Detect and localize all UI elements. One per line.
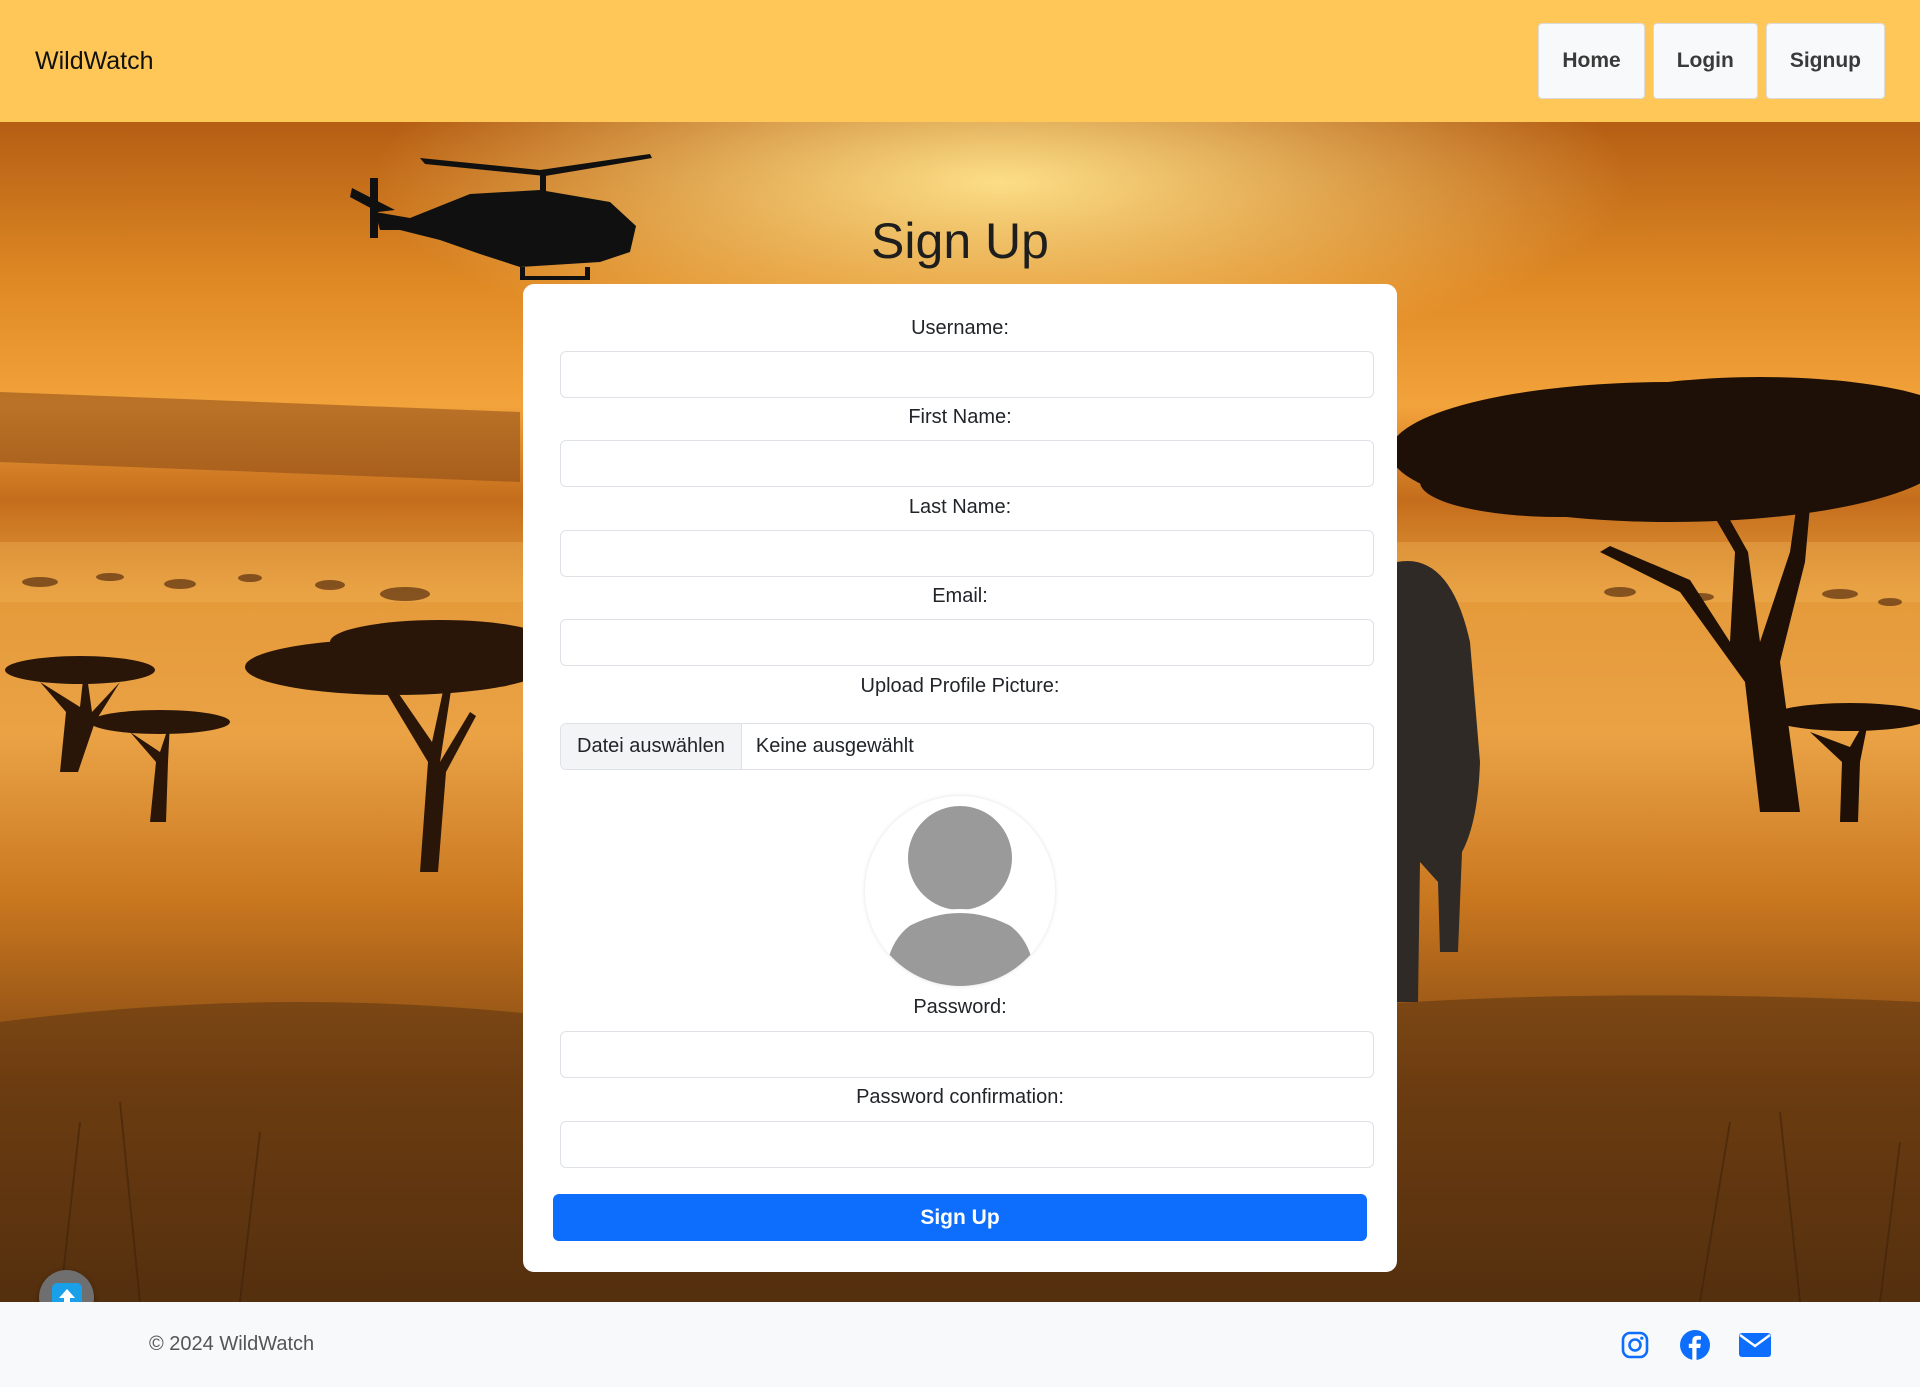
file-status-text: Keine ausgewählt [755, 735, 914, 757]
last-name-label: Last Name: [908, 496, 1012, 518]
password-input[interactable] [560, 1031, 1374, 1078]
username-label: Username: [911, 317, 1009, 339]
social-links [1619, 1329, 1771, 1361]
footer: © 2024 WildWatch [0, 1302, 1920, 1387]
instagram-icon[interactable] [1619, 1329, 1651, 1361]
avatar-placeholder [865, 796, 1055, 986]
profile-picture-label: Upload Profile Picture: [860, 675, 1060, 697]
username-input[interactable] [560, 351, 1374, 398]
signup-submit-button[interactable]: Sign Up [553, 1194, 1367, 1241]
first-name-label: First Name: [908, 406, 1012, 428]
first-name-input[interactable] [560, 440, 1374, 487]
password-label: Password: [913, 996, 1007, 1018]
nav-login-button[interactable]: Login [1652, 23, 1758, 99]
email-label: Email: [932, 585, 988, 607]
signup-form: Username: First Name: Last Name: Email: … [523, 284, 1397, 1272]
nav-home-button[interactable]: Home [1538, 23, 1645, 99]
email-input[interactable] [560, 619, 1374, 666]
last-name-input[interactable] [560, 530, 1374, 577]
brand-link[interactable]: WildWatch [35, 47, 154, 76]
navbar: WildWatch Home Login Signup [0, 0, 1920, 122]
password-confirmation-input[interactable] [560, 1121, 1374, 1168]
user-placeholder-icon [885, 802, 1035, 986]
choose-file-button[interactable]: Datei auswählen [561, 724, 742, 769]
password-confirmation-label: Password confirmation: [856, 1086, 1064, 1108]
copyright-text: © 2024 WildWatch [149, 1333, 315, 1355]
nav-buttons: Home Login Signup [1538, 23, 1885, 99]
facebook-icon[interactable] [1679, 1329, 1711, 1361]
nav-signup-button[interactable]: Signup [1765, 23, 1885, 99]
page-title: Sign Up [871, 213, 1049, 269]
profile-picture-file-input[interactable]: Datei auswählen Keine ausgewählt [560, 723, 1374, 770]
envelope-icon[interactable] [1739, 1329, 1771, 1361]
